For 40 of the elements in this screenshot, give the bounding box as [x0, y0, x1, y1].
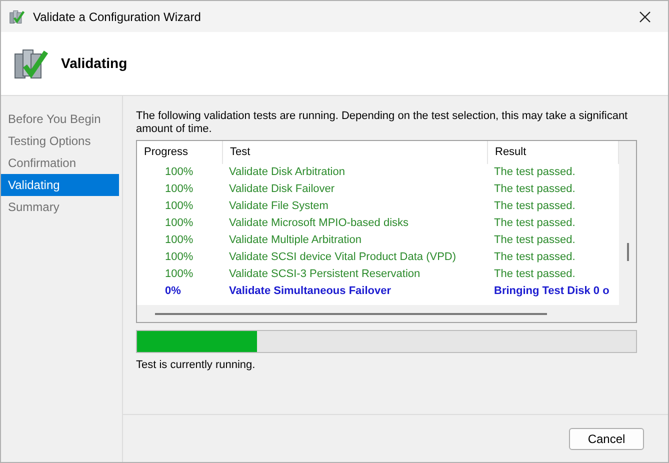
- column-header[interactable]: Progress: [137, 141, 223, 164]
- vertical-scrollbar[interactable]: [619, 141, 636, 307]
- table-cell-text: Validate Disk Failover: [228, 182, 336, 198]
- table-cell-text: The test passed.: [493, 233, 576, 248]
- table-cell-text: 100%: [164, 182, 194, 198]
- column-header[interactable]: Test: [223, 141, 488, 164]
- description-text: The following validation tests are running. Depending on the test selection, this may take a significant amount of time.: [136, 110, 629, 136]
- table-cell-text: 100%: [164, 165, 194, 180]
- table-cell-text: The test passed.: [493, 182, 576, 198]
- table-cell-text: 100%: [164, 216, 194, 232]
- table-cell-text: 0%: [164, 284, 182, 300]
- cancel-button[interactable]: Cancel: [569, 428, 644, 450]
- close-icon: [639, 10, 651, 22]
- table-cell-text: Validate Multiple Arbitration: [228, 233, 362, 248]
- sidebar-item[interactable]: Testing Options: [1, 130, 119, 152]
- table-cell-text: Validate SCSI-3 Persistent Reservation: [228, 267, 422, 282]
- table-cell-text: 100%: [164, 199, 194, 214]
- sidebar-item[interactable]: Before You Begin: [1, 108, 119, 130]
- table-cell-text: Validate File System: [228, 199, 330, 214]
- table-cell-text: Validate SCSI device Vital Product Data (VPD): [228, 250, 458, 266]
- table-cell-text: The test passed.: [493, 267, 576, 282]
- sidebar-item[interactable]: Summary: [1, 196, 119, 218]
- table-cell-text: The test passed.: [493, 250, 576, 266]
- table-cell-text: 100%: [164, 233, 194, 248]
- table-cell-text: Bringing Test Disk 0 o: [493, 284, 610, 300]
- window-title: Validate a Configuration Wizard: [33, 8, 201, 26]
- table-cell-text: The test passed.: [493, 199, 576, 214]
- sidebar-item[interactable]: Confirmation: [1, 152, 119, 174]
- horizontal-scrollbar[interactable]: [137, 305, 636, 322]
- servers-check-icon: [9, 8, 25, 24]
- table-cell-text: The test passed.: [493, 165, 576, 180]
- table-cell-text: 100%: [164, 250, 194, 266]
- table-cell-text: Validate Disk Arbitration: [228, 165, 346, 180]
- table-cell-text: Validate Simultaneous Failover: [228, 284, 392, 300]
- status-text: Test is currently running.: [136, 358, 256, 373]
- table-cell-text: The test passed.: [493, 216, 576, 232]
- page-title: Validating: [61, 54, 128, 73]
- sidebar-item[interactable]: Validating: [1, 174, 119, 196]
- table-cell-text: Validate Microsoft MPIO-based disks: [228, 216, 410, 232]
- table-cell-text: 100%: [164, 267, 194, 282]
